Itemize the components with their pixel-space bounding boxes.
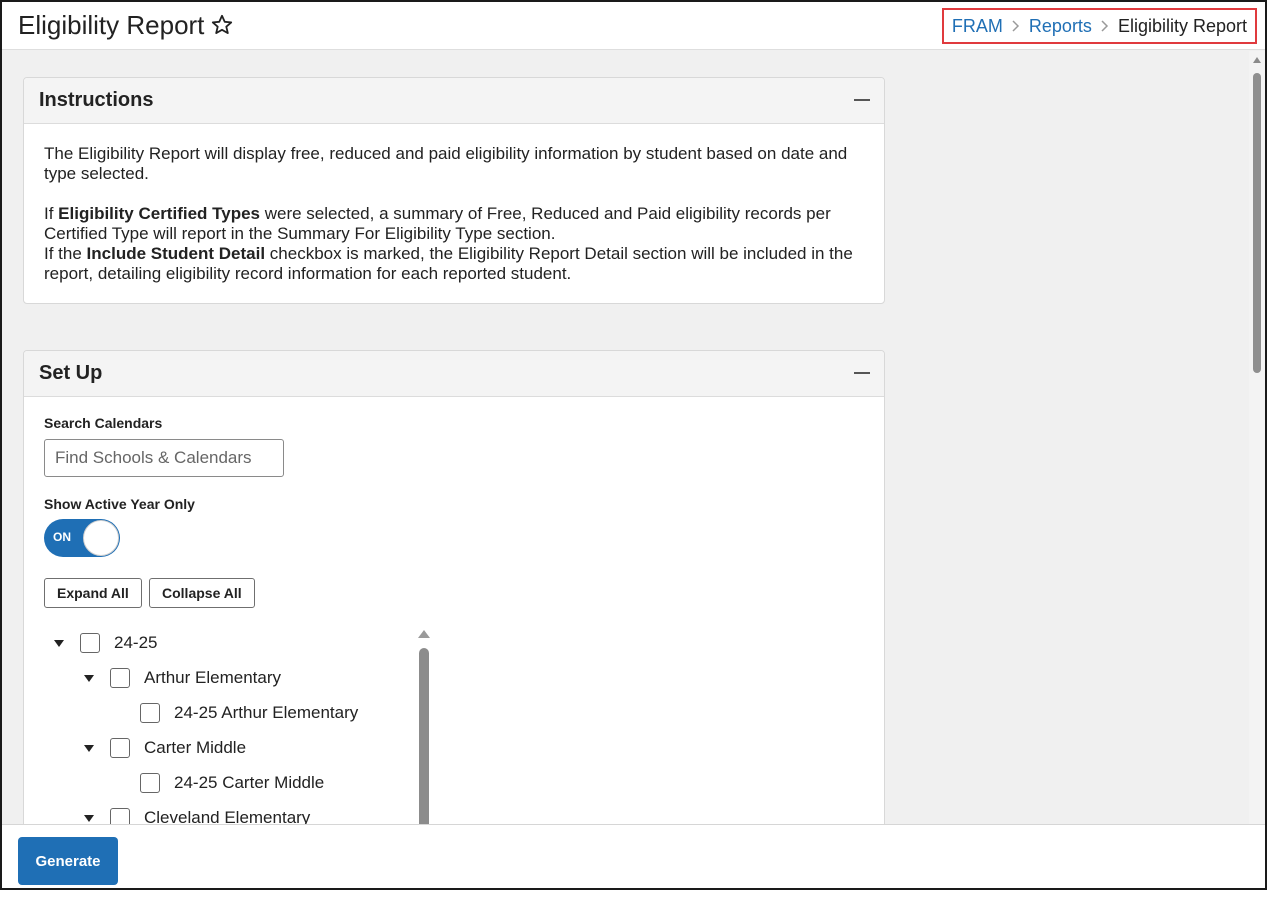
tree-checkbox[interactable] <box>140 703 160 723</box>
tree-checkbox[interactable] <box>110 738 130 758</box>
active-year-label: Show Active Year Only <box>44 496 195 512</box>
tree-item[interactable]: Arthur Elementary <box>84 664 281 692</box>
instructions-paragraph: If the Include Student Detail checkbox i… <box>44 244 853 283</box>
chevron-right-icon <box>1101 20 1108 32</box>
tree-item-label: 24-25 Carter Middle <box>174 773 325 792</box>
tree-item[interactable]: 24-25 Carter Middle <box>140 769 324 797</box>
setup-panel: Set Up Search Calendars Show Active Year… <box>23 350 885 824</box>
tree-item-label: Arthur Elementary <box>144 668 281 687</box>
toggle-state-text: ON <box>53 530 71 544</box>
tree-checkbox[interactable] <box>110 668 130 688</box>
tree-item[interactable]: 24-25 <box>54 629 157 657</box>
collapse-icon[interactable] <box>854 372 870 374</box>
collapse-all-button[interactable]: Collapse All <box>149 578 255 608</box>
breadcrumb: FRAM Reports Eligibility Report <box>941 8 1257 44</box>
caret-down-icon[interactable] <box>84 814 94 822</box>
tree-checkbox[interactable] <box>80 633 100 653</box>
instructions-paragraph: The Eligibility Report will display free… <box>44 144 848 183</box>
tree-checkbox[interactable] <box>140 773 160 793</box>
instructions-paragraph: If Eligibility Certified Types were sele… <box>44 204 831 243</box>
instructions-panel-header[interactable]: Instructions <box>24 78 884 124</box>
page-scrollbar[interactable] <box>1249 51 1265 824</box>
active-year-toggle[interactable]: ON <box>44 519 120 557</box>
search-calendars-input[interactable] <box>44 439 284 477</box>
chevron-right-icon <box>1012 20 1019 32</box>
panel-title: Instructions <box>39 89 154 111</box>
favorite-star-icon[interactable] <box>210 13 234 37</box>
tree-item-label: Carter Middle <box>144 738 247 757</box>
panel-title: Set Up <box>39 362 103 384</box>
tree-item-label: Cleveland Elementary <box>144 808 311 824</box>
scroll-up-arrow-icon[interactable] <box>1253 57 1261 63</box>
generate-button[interactable]: Generate <box>18 837 118 885</box>
breadcrumb-current: Eligibility Report <box>1117 15 1247 36</box>
instructions-text: The Eligibility Report will display free… <box>24 124 884 284</box>
tree-checkbox[interactable] <box>110 808 130 824</box>
caret-down-icon[interactable] <box>84 674 94 682</box>
collapse-icon[interactable] <box>854 99 870 101</box>
calendar-tree: 24-25 Arthur Elementary 24-25 Arthur Ele… <box>44 627 434 824</box>
page-header: Eligibility Report FRAM Reports Eligibil… <box>2 2 1265 50</box>
breadcrumb-link-reports[interactable]: Reports <box>1029 16 1092 37</box>
tree-item[interactable]: Cleveland Elementary <box>84 804 310 824</box>
tree-item[interactable]: Carter Middle <box>84 734 246 762</box>
expand-all-button[interactable]: Expand All <box>44 578 142 608</box>
tree-item[interactable]: 24-25 Arthur Elementary <box>140 699 358 727</box>
breadcrumb-link-fram[interactable]: FRAM <box>952 16 1003 37</box>
setup-panel-header[interactable]: Set Up <box>24 351 884 397</box>
page-title: Eligibility Report <box>18 10 205 40</box>
scroll-up-arrow-icon[interactable] <box>418 630 430 638</box>
tree-item-label: 24-25 <box>114 633 158 652</box>
tree-item-label: 24-25 Arthur Elementary <box>174 703 359 722</box>
main-content: Instructions The Eligibility Report will… <box>2 51 1249 824</box>
caret-down-icon[interactable] <box>54 639 64 647</box>
search-calendars-label: Search Calendars <box>44 415 163 431</box>
app-window: Eligibility Report FRAM Reports Eligibil… <box>0 0 1267 890</box>
caret-down-icon[interactable] <box>84 744 94 752</box>
scrollbar-thumb[interactable] <box>1253 73 1261 373</box>
scrollbar-thumb[interactable] <box>419 648 429 824</box>
action-footer: Generate <box>2 824 1265 888</box>
toggle-knob <box>83 520 119 556</box>
tree-scrollbar[interactable] <box>418 630 430 824</box>
instructions-panel: Instructions The Eligibility Report will… <box>23 77 885 304</box>
